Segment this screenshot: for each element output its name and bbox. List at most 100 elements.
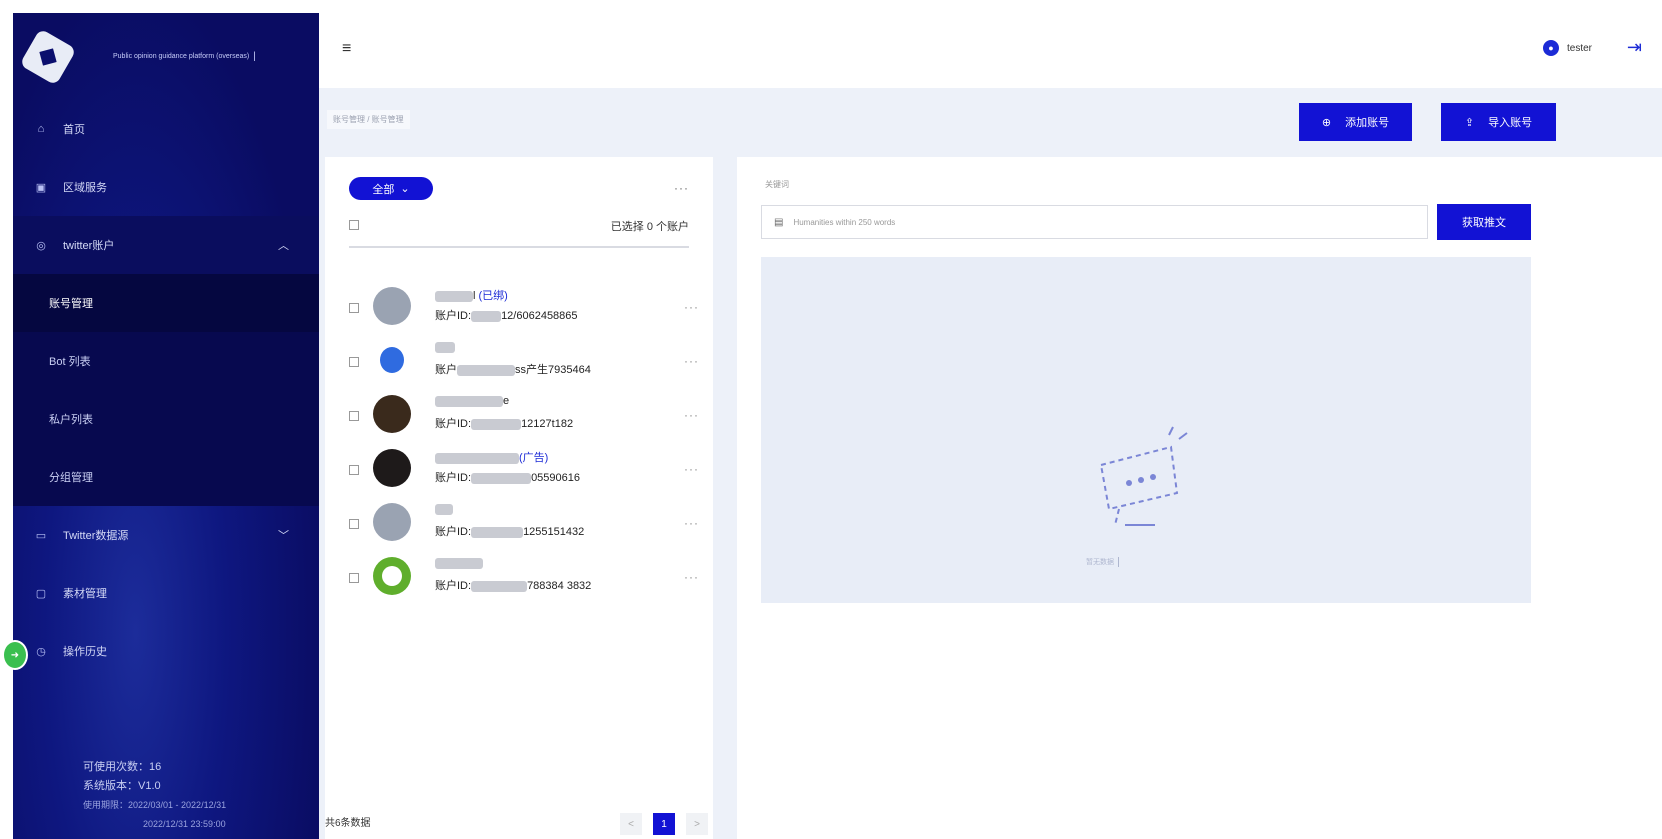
import-icon: ⇪ xyxy=(1464,116,1475,129)
more-options-icon[interactable]: ··· xyxy=(684,354,699,368)
avatar xyxy=(373,503,411,541)
clock-icon: ◷ xyxy=(36,645,46,658)
account-row[interactable]: (广告) 账户ID: 05590616 ··· xyxy=(349,449,699,495)
more-options-icon[interactable]: ··· xyxy=(684,570,699,584)
sub-item-account-management[interactable]: 账号管理 xyxy=(13,274,319,332)
account-id: 账户ID: 1255151432 xyxy=(435,526,585,538)
brand: Public opinion guidance platform (overse… xyxy=(13,13,319,100)
account-name: e xyxy=(435,395,509,407)
account-row[interactable]: 账户 ss产生7935464 ··· xyxy=(349,341,699,387)
monitor-icon: ▭ xyxy=(35,529,47,542)
top-header: ≡ ● tester ⇥ xyxy=(319,0,1662,88)
avatar xyxy=(373,395,411,433)
usage-period: 使用期限：2022/03/01 - 2022/12/31 xyxy=(83,800,227,810)
main-content: 账号管理 / 账号管理 ⊕ 添加账号 ⇪ 导入账号 全部 ⌄ ··· 已选择 0… xyxy=(319,88,1662,839)
sidebar-footer: 可使用次数：16 系统版本：V1.0 使用期限：2022/03/01 - 202… xyxy=(83,758,226,834)
region-icon: ▣ xyxy=(35,181,47,194)
select-all-checkbox[interactable] xyxy=(349,220,359,230)
row-checkbox[interactable] xyxy=(349,303,359,313)
breadcrumb: 账号管理 / 账号管理 xyxy=(327,110,410,129)
system-version: 系统版本：V1.0 xyxy=(83,780,161,792)
chevron-down-icon: ⌄ xyxy=(400,183,410,195)
add-icon: ⊕ xyxy=(1321,116,1332,129)
usage-count: 可使用次数：16 xyxy=(83,761,162,773)
twitter-icon: ◎ xyxy=(36,239,46,252)
menu-item-label: Twitter数据源 xyxy=(63,530,129,542)
sub-item-group-management[interactable]: 分组管理 xyxy=(13,448,319,506)
account-row[interactable]: 账户ID: 788384 3832 ··· xyxy=(349,557,699,603)
row-checkbox[interactable] xyxy=(349,357,359,367)
account-name: l (已绑) xyxy=(435,287,508,303)
search-placeholder: Humanities within 250 words xyxy=(793,217,896,227)
more-options-icon[interactable]: ··· xyxy=(684,300,699,314)
sub-item-bot-list[interactable]: Bot 列表 xyxy=(13,332,319,390)
menu-item-materials[interactable]: ▢ 素材管理 xyxy=(13,564,319,622)
menu-item-label: 区域服务 xyxy=(63,182,107,194)
more-options-icon[interactable]: ··· xyxy=(684,462,699,476)
total-count: 共6条数据 xyxy=(325,818,371,829)
row-checkbox[interactable] xyxy=(349,573,359,583)
add-account-button[interactable]: ⊕ 添加账号 xyxy=(1299,103,1412,141)
menu-item-label: twitter账户 xyxy=(63,240,115,252)
menu-item-history[interactable]: ◷ 操作历史 xyxy=(13,622,319,680)
divider xyxy=(349,246,689,248)
row-checkbox[interactable] xyxy=(349,411,359,421)
brand-title: Public opinion guidance platform (overse… xyxy=(113,53,250,60)
account-id: 账户ID: 788384 3832 xyxy=(435,580,592,592)
brand-caret: | xyxy=(253,51,256,62)
menu-item-label: 首页 xyxy=(63,124,85,136)
account-name: (广告) xyxy=(435,449,548,465)
account-row[interactable]: 账户ID: 1255151432 ··· xyxy=(349,503,699,549)
expiry-time: 2022/12/31 23:59:00 xyxy=(143,819,226,829)
more-options-icon[interactable]: ··· xyxy=(684,408,699,422)
menu-item-label: 操作历史 xyxy=(63,646,107,658)
result-area: 暂无数据 xyxy=(761,257,1531,603)
search-icon: ▤ xyxy=(774,216,784,228)
menu-item-region[interactable]: ▣ 区域服务 xyxy=(13,158,319,216)
keyword-input[interactable]: ▤ Humanities within 250 words xyxy=(761,205,1428,239)
sidebar: Public opinion guidance platform (overse… xyxy=(13,13,319,839)
account-id: 账户ID: 05590616 xyxy=(435,472,581,484)
keyword-label: 关键词 xyxy=(765,180,789,189)
row-checkbox[interactable] xyxy=(349,465,359,475)
empty-text: 暂无数据 xyxy=(1086,557,1119,567)
chevron-down-icon: ﹀ xyxy=(278,530,289,542)
account-name xyxy=(435,341,455,353)
logo xyxy=(19,27,77,86)
hamburger-icon[interactable]: ≡ xyxy=(342,40,351,58)
account-name xyxy=(435,557,483,569)
avatar xyxy=(373,449,411,487)
import-account-button[interactable]: ⇪ 导入账号 xyxy=(1441,103,1556,141)
account-list-panel: 全部 ⌄ ··· 已选择 0 个账户 l (已绑) 账户ID: 12/606245… xyxy=(325,157,713,839)
get-tweets-button[interactable]: 获取推文 xyxy=(1437,204,1531,240)
account-row[interactable]: l (已绑) 账户ID: 12/6062458865 ··· xyxy=(349,287,699,333)
account-id: 账户 ss产生7935464 xyxy=(435,364,591,376)
account-row[interactable]: e 账户ID: 12127t182 ··· xyxy=(349,395,699,441)
logout-icon[interactable]: ⇥ xyxy=(1627,37,1642,58)
chevron-up-icon: ︿ xyxy=(278,240,289,252)
more-options-icon[interactable]: ··· xyxy=(684,516,699,530)
float-action-button[interactable]: ➜ xyxy=(2,640,28,670)
menu-item-home[interactable]: ⌂ 首页 xyxy=(13,100,319,158)
selected-count: 已选择 0 个账户 xyxy=(610,221,689,233)
sub-item-private-list[interactable]: 私户列表 xyxy=(13,390,319,448)
menu-item-twitter-accounts[interactable]: ◎ twitter账户 ︿ xyxy=(13,216,319,274)
filter-dropdown[interactable]: 全部 ⌄ xyxy=(349,177,433,200)
avatar xyxy=(373,557,411,595)
menu-item-twitter-source[interactable]: ▭ Twitter数据源 ﹀ xyxy=(13,506,319,564)
pagination-prev[interactable]: < xyxy=(620,813,642,835)
user-menu[interactable]: ● tester xyxy=(1542,40,1592,56)
more-options-icon[interactable]: ··· xyxy=(674,181,689,195)
tweet-panel: 关键词 ▤ Humanities within 250 words 获取推文 暂… xyxy=(737,157,1662,839)
submenu: 账号管理 Bot 列表 私户列表 分组管理 xyxy=(13,274,319,506)
account-id: 账户ID: 12127t182 xyxy=(435,418,574,430)
pagination-next[interactable]: > xyxy=(686,813,708,835)
avatar xyxy=(373,287,411,325)
folder-icon: ▢ xyxy=(35,587,47,600)
account-name xyxy=(435,503,453,515)
home-icon: ⌂ xyxy=(37,123,45,135)
pagination-current[interactable]: 1 xyxy=(653,813,675,835)
username: tester xyxy=(1566,42,1592,54)
row-checkbox[interactable] xyxy=(349,519,359,529)
empty-chat-icon xyxy=(1099,426,1188,526)
